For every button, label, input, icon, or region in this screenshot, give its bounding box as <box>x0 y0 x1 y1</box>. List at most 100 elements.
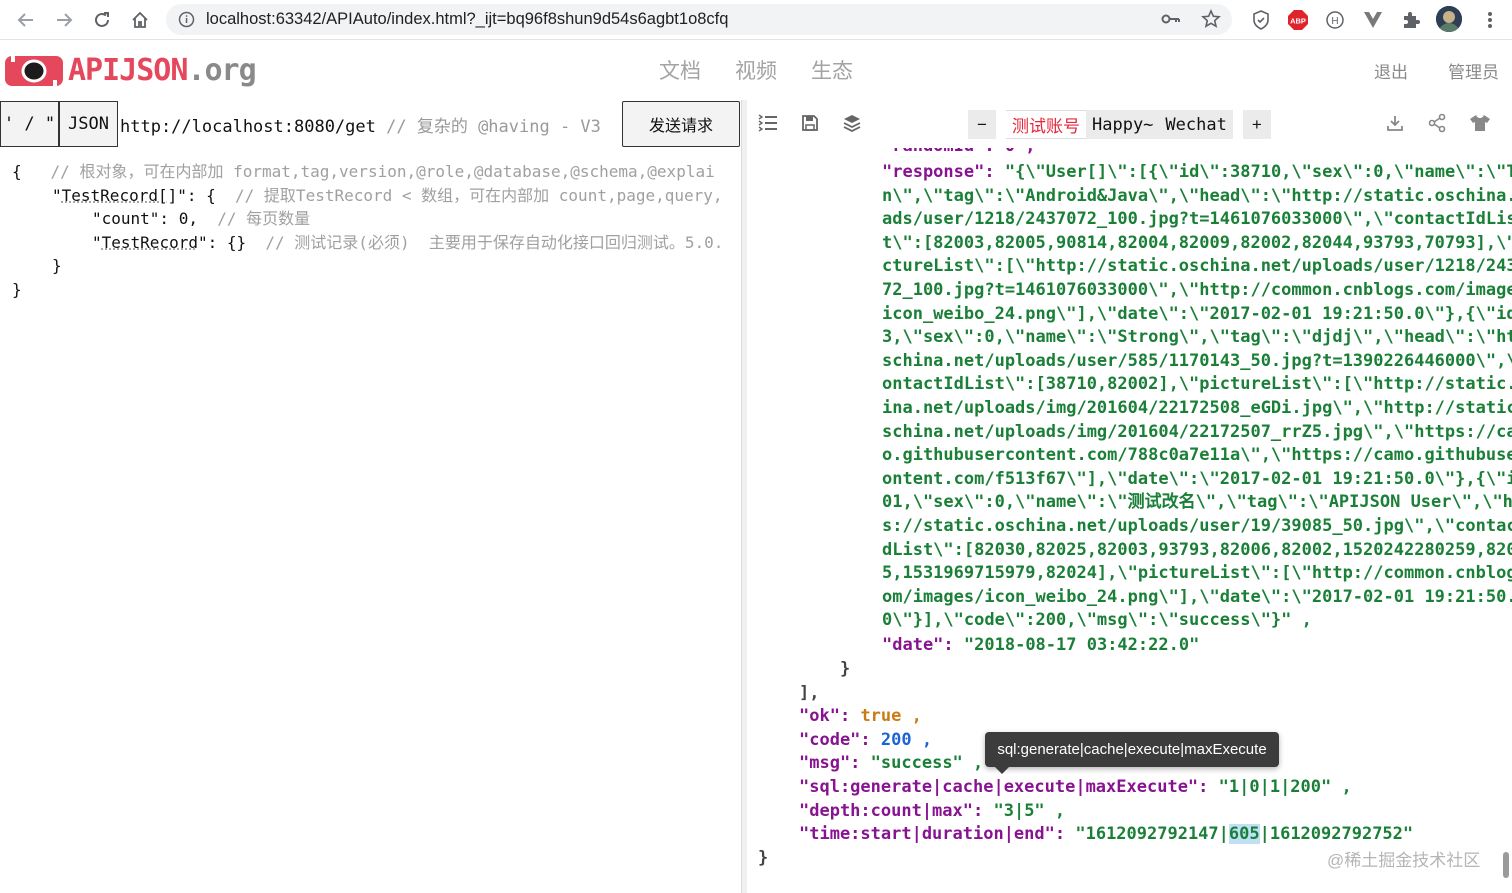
send-request-button[interactable]: 发送请求 <box>622 101 740 147</box>
tooltip: sql:generate|cache|execute|maxExecute <box>985 732 1279 774</box>
forward-icon[interactable] <box>51 7 77 33</box>
date-line: "date": "2018-08-17 03:42:22.0" <box>882 634 1199 658</box>
home-icon[interactable] <box>127 7 153 33</box>
info-icon[interactable] <box>178 11 195 28</box>
response-string-line: n\",\"tag\":\"Android&Java\",\"head\":\"… <box>882 185 1512 206</box>
layers-icon[interactable] <box>841 112 863 134</box>
code-text: } <box>12 280 22 299</box>
logo-icon[interactable] <box>5 54 63 88</box>
nav-videos[interactable]: 视频 <box>735 55 777 85</box>
logo-suffix: .org <box>187 53 256 88</box>
back-icon[interactable] <box>13 7 39 33</box>
save-icon[interactable] <box>799 112 821 134</box>
response-string-line: ontent.com/f513f67\"],\"date\":\"2017-02… <box>882 468 1512 489</box>
depth-line: "depth:count|max": "3|5" , <box>799 800 1065 824</box>
spacer <box>1232 110 1243 139</box>
remove-account-button[interactable]: − <box>968 110 996 139</box>
spacer <box>996 110 1006 139</box>
add-account-button[interactable]: + <box>1242 110 1271 139</box>
json-value: "3|5" , <box>993 801 1066 821</box>
json-value: "2018-08-17 03:42:22.0" <box>963 635 1200 655</box>
code-comment: // 根对象，可在内部加 format,tag,version,@role,@d… <box>50 162 715 181</box>
response-string-line: s://static.oschina.net/uploads/user/19/3… <box>882 516 1512 536</box>
code-text: "TestRecord": {} <box>92 233 247 252</box>
watermark: @稀土掘金技术社区 <box>1327 851 1481 870</box>
sql-line: "sql:generate|cache|execute|maxExecute":… <box>799 776 1352 800</box>
menu-dots-icon[interactable] <box>1478 8 1502 32</box>
url-text: http://localhost:8080/get <box>120 117 376 137</box>
request-editor[interactable]: { // 根对象，可在内部加 format,tag,version,@role,… <box>0 150 741 893</box>
nav-docs[interactable]: 文档 <box>659 55 701 85</box>
response-string-line: 72_100.jpg?t=1461076033000\",\"http://co… <box>882 280 1512 300</box>
logo-text[interactable]: APIJSON.org <box>68 53 257 88</box>
json-value: "1|0|1|200" , <box>1218 777 1352 797</box>
editor-line: } <box>52 254 62 278</box>
nav-ecosystem[interactable]: 生态 <box>811 55 853 85</box>
adblock-extension-icon[interactable]: ABP <box>1286 8 1310 32</box>
shirt-icon[interactable] <box>1469 112 1491 134</box>
key-name: TestRecord <box>101 233 198 252</box>
h-extension-icon[interactable]: H <box>1323 8 1347 32</box>
response-string-line: ontactIdList\":[38710,82002],\"pictureLi… <box>882 374 1512 395</box>
json-value: 200 , <box>880 730 933 750</box>
vue-extension-icon[interactable] <box>1361 8 1385 32</box>
key-icon[interactable] <box>1161 10 1181 33</box>
response-string-line: schina.net/uploads/img/201604/22172507_r… <box>882 421 1512 442</box>
puzzle-icon[interactable] <box>1399 8 1423 32</box>
msg-line: "msg": "success" , <box>799 752 983 776</box>
request-toolbar: ' / " JSON http://localhost:8080/get // … <box>0 100 742 148</box>
json-key: "date": <box>882 635 954 655</box>
account-tab-happy[interactable]: Happy~ <box>1086 110 1160 139</box>
admin-link[interactable]: 管理员 <box>1448 58 1499 83</box>
share-icon[interactable] <box>1426 112 1448 134</box>
response-string-line: icon_weibo_24.png\"],\"date\":\"2017-02-… <box>882 303 1512 324</box>
json-key: "code": <box>799 730 871 750</box>
url-comment: // 复杂的 @having - V3 <box>386 117 601 137</box>
json-value: "{\"User[]\":[{\"id\":38710,\"sex\":0,\"… <box>1004 162 1512 182</box>
key-name: TestRecord[] <box>61 186 178 205</box>
url-input[interactable]: http://localhost:8080/get // 复杂的 @having… <box>120 112 620 137</box>
account-tab-wechat[interactable]: Wechat <box>1159 110 1233 139</box>
code-text: "TestRecord[]": { <box>52 186 216 205</box>
json-key: "response": <box>882 162 995 182</box>
json-key: "time:start|duration|end": <box>799 824 1066 844</box>
response-string-line: dList\":[82030,82025,82003,93793,82006,8… <box>882 539 1512 560</box>
address-bar[interactable]: localhost:63342/APIAuto/index.html?_ijt=… <box>166 4 1232 35</box>
json-value: |1612092792752" <box>1259 824 1414 844</box>
json-key: "msg": <box>799 753 861 773</box>
response-string-line: t\":[82003,82005,90814,82004,82009,82002… <box>882 232 1512 253</box>
cut-line: "randomId": 0 , <box>882 148 1036 159</box>
response-string-line: ina.net/uploads/img/201604/22172508_eGDi… <box>882 398 1512 418</box>
response-string-line: ads/user/1218/2437072_100.jpg?t=14610760… <box>882 209 1512 230</box>
account-switcher: − 测试账号 Happy~ Wechat + <box>968 110 1271 139</box>
response-string-line: o.githubusercontent.com/788c0a7e11a\",\"… <box>882 445 1512 466</box>
response-string-line: ctureList\":[\"http://static.oschina.net… <box>882 256 1512 277</box>
svg-text:H: H <box>1331 16 1338 27</box>
quote-toggle-button[interactable]: ' / " <box>0 101 59 147</box>
address-url[interactable]: localhost:63342/APIAuto/index.html?_ijt=… <box>206 10 728 29</box>
response-string-line: schina.net/uploads/user/585/1170143_50.j… <box>882 350 1512 371</box>
response-string-line: 01,\"sex\":0,\"name\":\"测试改名\",\"tag\":\… <box>882 492 1512 513</box>
scrollbar-thumb[interactable] <box>1503 852 1509 878</box>
json-key: "depth:count|max": <box>799 801 984 821</box>
shield-extension-icon[interactable] <box>1249 8 1273 32</box>
code-text: "count": 0, <box>92 209 198 228</box>
bookmark-star-icon[interactable] <box>1201 9 1221 34</box>
ok-line: "ok": true , <box>799 705 922 729</box>
json-value: "success" , <box>870 753 984 773</box>
logout-link[interactable]: 退出 <box>1374 58 1408 83</box>
editor-line: } <box>12 278 22 302</box>
response-viewer[interactable]: "randomId": 0 , "response": "{\"User[]\"… <box>748 148 1512 893</box>
code-comment: // 测试记录(必须) 主要用于保存自动化接口回归测试。5.0. <box>265 233 724 252</box>
list-icon[interactable] <box>757 112 779 134</box>
format-json-button[interactable]: JSON <box>59 101 118 147</box>
pane-divider[interactable] <box>741 100 747 893</box>
account-tab-test[interactable]: 测试账号 <box>1006 110 1086 139</box>
editor-line: { // 根对象，可在内部加 format,tag,version,@role,… <box>12 160 715 184</box>
response-string-line: 3,\"sex\":0,\"name\":\"Strong\",\"tag\":… <box>882 327 1512 348</box>
site-header: APIJSON.org 文档 视频 生态 退出 管理员 <box>0 40 1512 100</box>
reload-icon[interactable] <box>89 7 115 33</box>
close-brace: } <box>840 659 851 679</box>
download-icon[interactable] <box>1384 112 1406 134</box>
avatar[interactable] <box>1436 6 1462 32</box>
